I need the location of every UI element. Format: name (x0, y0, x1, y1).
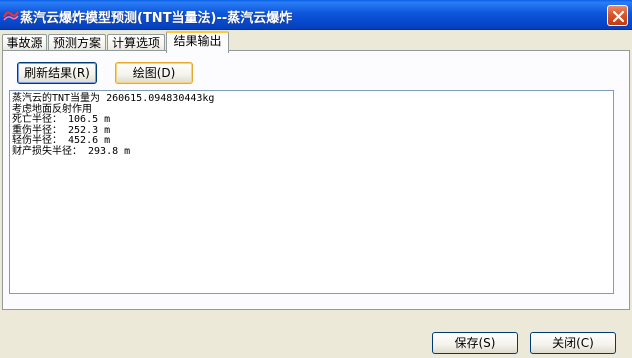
plot-button[interactable]: 绘图(D) (115, 62, 193, 84)
window-title: 蒸汽云爆炸模型预测(TNT当量法)--蒸汽云爆炸 (20, 11, 293, 26)
close-icon (612, 10, 625, 23)
results-textarea[interactable]: 蒸汽云的TNT当量为 260615.094830443kg 考虑地面反射作用 死… (9, 90, 614, 294)
result-property-loss-radius: 财产损失半径： 293.8 m (12, 145, 131, 157)
save-button[interactable]: 保存(S) (432, 332, 518, 354)
result-minor-injury-radius: 轻伤半径： 452.6 m (12, 135, 111, 146)
close-button[interactable]: 关闭(C) (530, 332, 616, 354)
close-window-button[interactable] (607, 5, 628, 26)
dialog-window: 蒸汽云爆炸模型预测(TNT当量法)--蒸汽云爆炸 事故源 预测方案 计算选项 结… (0, 0, 632, 358)
app-icon (3, 8, 19, 22)
title-bar[interactable]: 蒸汽云爆炸模型预测(TNT当量法)--蒸汽云爆炸 (0, 0, 632, 30)
tab-result-output[interactable]: 结果输出 (166, 31, 229, 53)
result-tnt-equivalent: 蒸汽云的TNT当量为 260615.094830443kg (12, 93, 215, 104)
tab-strip: 事故源 预测方案 计算选项 结果输出 (0, 31, 632, 53)
refresh-results-button[interactable]: 刷新结果(R) (17, 62, 97, 84)
result-death-radius: 死亡半径： 106.5 m (12, 114, 111, 125)
